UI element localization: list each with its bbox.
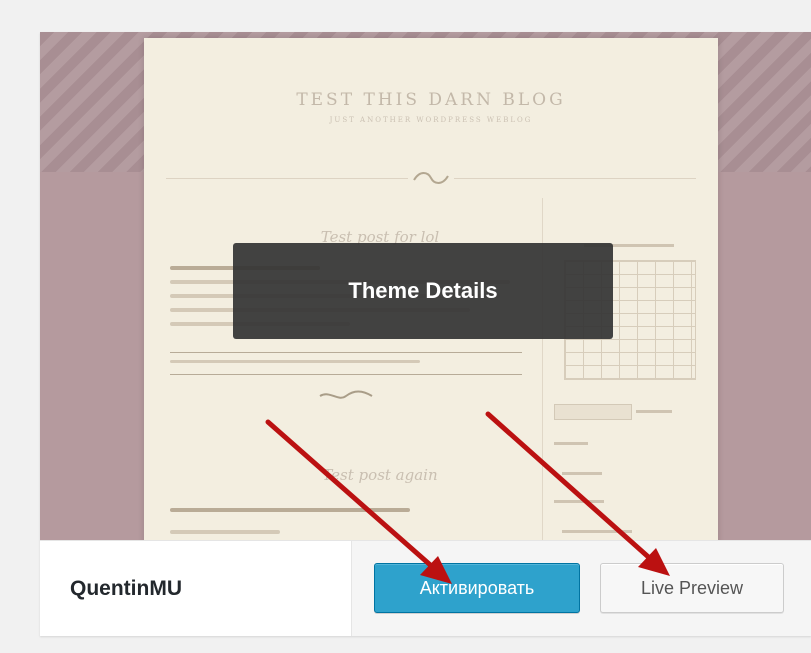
theme-actions: Активировать Live Preview <box>351 541 811 636</box>
preview-pages-item <box>562 472 602 475</box>
theme-screenshot[interactable]: TEST THIS DARN BLOG JUST ANOTHER WORDPRE… <box>40 32 811 540</box>
preview-pages-heading <box>554 442 588 445</box>
preview-search-input <box>554 404 632 420</box>
preview-post-title: Test post again <box>322 466 438 484</box>
theme-name: QuentinMU <box>70 577 182 600</box>
swirl-ornament-icon <box>316 388 376 409</box>
preview-archives-heading <box>554 500 604 503</box>
preview-archives-item <box>562 530 632 533</box>
swirl-ornament-icon <box>408 170 454 186</box>
preview-blog-title: TEST THIS DARN BLOG <box>296 90 566 110</box>
live-preview-button[interactable]: Live Preview <box>600 563 784 613</box>
preview-blog-tagline: JUST ANOTHER WORDPRESS WEBLOG <box>329 116 533 124</box>
preview-text-line <box>170 360 420 363</box>
theme-details-overlay[interactable]: Theme Details <box>233 243 613 339</box>
preview-text-line <box>170 530 280 534</box>
preview-separator <box>170 374 522 375</box>
activate-button[interactable]: Активировать <box>374 563 580 613</box>
preview-separator <box>170 352 522 353</box>
preview-search-button <box>636 410 672 413</box>
preview-text-line <box>170 508 410 512</box>
theme-card[interactable]: TEST THIS DARN BLOG JUST ANOTHER WORDPRE… <box>40 32 811 636</box>
theme-actions-bar: QuentinMU Активировать Live Preview <box>40 540 811 636</box>
